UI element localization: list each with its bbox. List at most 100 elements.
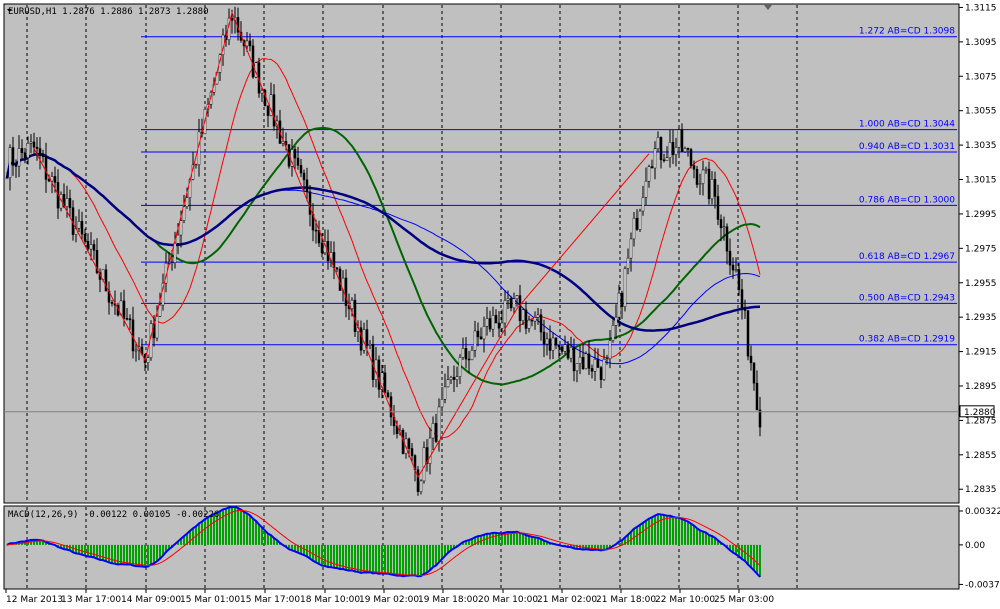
candle-body xyxy=(479,336,483,340)
candle-body xyxy=(494,315,498,324)
macd-histogram-bar xyxy=(255,520,257,545)
macd-histogram-bar xyxy=(522,533,524,545)
candle-body xyxy=(68,198,72,208)
candle-body xyxy=(350,299,354,309)
candle-body xyxy=(740,289,744,310)
candle-body xyxy=(92,244,96,251)
candle-body xyxy=(353,299,357,332)
macd-histogram-bar xyxy=(369,544,371,573)
price-axis: 1.3115 1.3095 1.3075 1.3055 1.3035 1.3015 1.29… xyxy=(959,3,997,495)
candle-body xyxy=(260,90,264,94)
candle-body xyxy=(440,399,444,408)
candle-body xyxy=(590,368,594,372)
candle-body xyxy=(77,220,81,229)
macd-histogram-bar xyxy=(435,544,437,566)
candle-body xyxy=(704,168,708,171)
macd-histogram-bar xyxy=(315,544,317,563)
candle-body xyxy=(683,148,687,153)
price-tick-label: 1.2935 xyxy=(965,313,997,323)
candle-body xyxy=(50,176,54,182)
candle-body xyxy=(452,377,456,380)
macd-histogram-bar xyxy=(261,527,263,545)
candle-body xyxy=(695,168,699,185)
macd-histogram-bar xyxy=(408,544,410,576)
candle-body xyxy=(158,304,162,317)
macd-histogram-bar xyxy=(237,508,239,545)
macd-histogram-bar xyxy=(426,544,428,573)
candle-body xyxy=(641,197,645,212)
candle-body xyxy=(293,149,297,159)
price-tick-label: 1.2995 xyxy=(965,210,997,220)
macd-histogram-bar xyxy=(531,536,533,545)
candle-body xyxy=(335,267,339,270)
macd-histogram-bar xyxy=(696,528,698,545)
time-tick-label: 22 Mar 10:00 xyxy=(655,595,715,605)
macd-histogram-bar xyxy=(324,544,326,566)
price-tick-label: 1.3075 xyxy=(965,72,997,82)
macd-histogram-bar xyxy=(384,544,386,574)
candle-body xyxy=(53,176,57,183)
macd-histogram-bar xyxy=(267,533,269,545)
macd-histogram-bar xyxy=(651,517,653,545)
macd-histogram-bar xyxy=(303,544,305,556)
macd-histogram-bar xyxy=(429,544,431,571)
candle-body xyxy=(416,469,420,492)
macd-histogram-bar xyxy=(420,544,422,577)
candle-body xyxy=(581,356,585,370)
candle-body xyxy=(638,210,642,230)
macd-histogram-bar xyxy=(534,537,536,545)
candle-body xyxy=(65,198,69,207)
price-tick-label: 1.2855 xyxy=(965,451,997,461)
candle-body xyxy=(752,362,756,384)
candle-body xyxy=(596,359,600,368)
macd-histogram-bar xyxy=(105,544,107,562)
candle-body xyxy=(716,196,720,220)
candle-body xyxy=(26,143,30,158)
price-tick-label: 1.3055 xyxy=(965,107,997,117)
macd-histogram-bar xyxy=(243,511,245,545)
macd-histogram-bar xyxy=(654,515,656,545)
macd-histogram-bar xyxy=(699,530,701,545)
candle-body xyxy=(296,157,300,166)
time-tick-label: 12 Mar 2013 xyxy=(6,595,63,605)
macd-histogram-bar xyxy=(660,514,662,545)
macd-histogram-bar xyxy=(648,518,650,545)
macd-histogram-bar xyxy=(417,544,419,577)
price-tick-label: 1.3115 xyxy=(965,3,997,13)
macd-histogram-bar xyxy=(111,544,113,564)
candle-body xyxy=(692,165,696,170)
macd-histogram-bar xyxy=(402,544,404,577)
macd-histogram-bar xyxy=(708,535,710,545)
candle-body xyxy=(8,147,12,179)
candle-body xyxy=(620,292,624,307)
fib-level-label: 0.940 AB=CD 1.3031 xyxy=(859,142,955,152)
chart-title: EURUSD,H1 1.2876 1.2886 1.2873 1.2880 xyxy=(8,7,208,17)
candle-body xyxy=(383,372,387,393)
candle-body xyxy=(536,314,540,318)
candle-body xyxy=(431,423,435,439)
candle-body xyxy=(44,155,48,180)
macd-histogram-bar xyxy=(477,536,479,545)
candle-body xyxy=(305,179,309,193)
candle-body xyxy=(518,295,522,321)
candle-body xyxy=(125,318,129,320)
candle-body xyxy=(551,337,555,351)
macd-histogram-bar xyxy=(351,544,353,571)
macd-histogram-bar xyxy=(672,516,674,545)
candle-body xyxy=(299,165,303,174)
candle-body xyxy=(629,238,633,259)
candle-body xyxy=(20,148,24,153)
macd-histogram-bar xyxy=(741,544,743,560)
candle-body xyxy=(467,358,471,361)
time-tick-label: 19 Mar 18:00 xyxy=(418,595,478,605)
candle-body xyxy=(605,358,609,361)
macd-histogram-bar xyxy=(348,544,350,571)
price-tick-label: 1.3095 xyxy=(965,38,997,48)
candle-body xyxy=(5,177,9,180)
macd-histogram-bar xyxy=(345,544,347,570)
candle-body xyxy=(410,448,414,456)
macd-histogram-bar xyxy=(753,544,755,571)
time-tick-label: 13 Mar 17:00 xyxy=(61,595,121,605)
candle-body xyxy=(572,347,576,372)
fib-level-label: 1.000 AB=CD 1.3044 xyxy=(859,120,955,130)
